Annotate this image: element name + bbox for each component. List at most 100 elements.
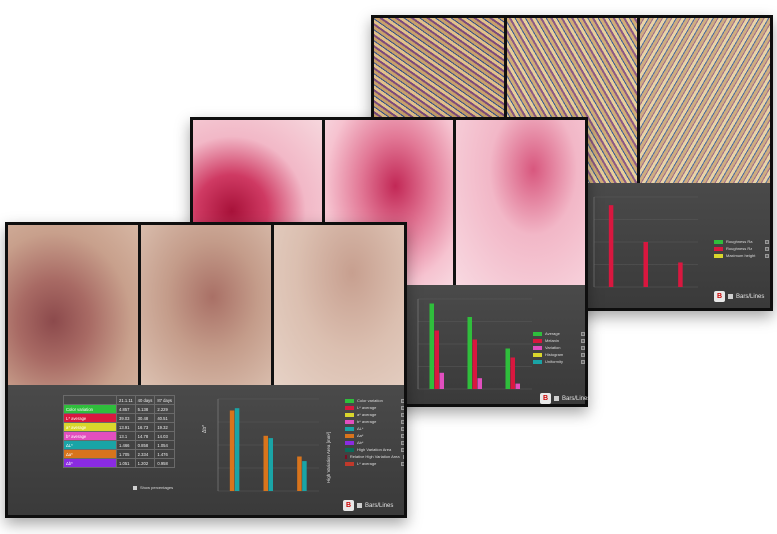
legend-swatch <box>714 246 723 251</box>
legend-checkbox[interactable] <box>581 359 585 364</box>
legend-checkbox[interactable] <box>401 398 404 403</box>
legend-item[interactable]: High Variation Area <box>345 446 404 453</box>
legend-item[interactable]: ΔL* <box>345 425 404 432</box>
legend-checkbox[interactable] <box>581 338 585 343</box>
legend-checkbox[interactable] <box>581 331 585 336</box>
bars-lines-checkbox[interactable] <box>554 396 559 401</box>
table-cell: 39.03 <box>116 413 136 423</box>
report-icon: B <box>540 393 551 404</box>
table-row[interactable]: Δb* 1.051 1.202 0.958 <box>63 458 176 468</box>
legend-swatch <box>345 405 354 410</box>
legend-swatch <box>345 426 354 431</box>
table-body: Color variation 4.857 5.138 2.229 L* average… <box>63 404 176 468</box>
y-axis-left-label: Δb* <box>202 425 208 433</box>
pigment-photo-3[interactable] <box>456 120 585 285</box>
legend-item[interactable]: a* average <box>345 411 404 418</box>
legend-item[interactable]: Δa* <box>345 432 404 439</box>
bars-lines-checkbox[interactable] <box>357 503 362 508</box>
legend-checkbox[interactable] <box>581 352 585 357</box>
legend-swatch <box>345 412 354 417</box>
legend-item[interactable]: Variation <box>533 344 585 351</box>
bar--l-[interactable] <box>234 408 240 491</box>
legend-checkbox[interactable] <box>765 253 769 258</box>
legend-checkbox[interactable] <box>401 433 404 438</box>
table-row[interactable]: Color variation 4.857 5.138 2.229 <box>63 404 176 414</box>
legend-item[interactable]: Average <box>533 330 585 337</box>
legend-item[interactable]: Roughness Ra <box>714 238 769 245</box>
legend-checkbox[interactable] <box>401 440 404 445</box>
mid-bars-lines-toggle[interactable]: B Bars/Lines <box>540 393 590 404</box>
legend-label: L* average <box>357 405 377 410</box>
bar--a-[interactable] <box>229 410 235 492</box>
bar--l-[interactable] <box>302 461 307 491</box>
legend-checkbox[interactable] <box>401 405 404 410</box>
row-label: Δa* <box>63 449 117 459</box>
legend-swatch <box>533 359 542 364</box>
mid-legend: Average Melanin Variation Histogram Uniformi… <box>533 330 585 365</box>
front-legend: Color variation L* average a* average b* av… <box>345 397 404 467</box>
bars-lines-label: Bars/Lines <box>736 293 765 300</box>
front-bars-lines-toggle[interactable]: B Bars/Lines <box>343 500 393 511</box>
table-row[interactable]: ΔL* 1.466 0.858 1.054 <box>63 440 176 450</box>
row-label: ΔL* <box>63 440 117 450</box>
table-cell: 1.476 <box>154 449 176 459</box>
bar-average[interactable] <box>429 303 435 390</box>
bar-roughness-rz[interactable] <box>678 262 683 287</box>
legend-checkbox[interactable] <box>401 447 404 452</box>
legend-label: Variation <box>545 345 561 350</box>
legend-item[interactable]: Uniformity <box>533 358 585 365</box>
skin-photo-1[interactable] <box>8 225 138 385</box>
bar--l-[interactable] <box>268 438 274 491</box>
legend-label: Uniformity <box>545 359 564 364</box>
legend-item[interactable]: L* average <box>345 404 404 411</box>
table-cell: 4.857 <box>116 404 136 414</box>
legend-checkbox[interactable] <box>581 345 585 350</box>
table-cell: 14.03 <box>154 431 176 441</box>
legend-item[interactable]: Color variation <box>345 397 404 404</box>
bar-melanin[interactable] <box>434 330 440 390</box>
bar-average[interactable] <box>467 317 473 389</box>
bar--a-[interactable] <box>297 456 302 492</box>
legend-item[interactable]: b* average <box>345 418 404 425</box>
legend-checkbox[interactable] <box>401 461 404 466</box>
bar--a-[interactable] <box>263 435 269 491</box>
legend-checkbox[interactable] <box>401 419 404 424</box>
legend-swatch <box>345 440 354 445</box>
table-header-cell: 21.1.11 <box>116 395 136 405</box>
show-percentages-checkbox[interactable] <box>133 485 137 490</box>
skin-photo-3[interactable] <box>274 225 404 385</box>
table-row[interactable]: b* average 13.1 14.78 14.03 <box>63 431 176 441</box>
bar-roughness-rz[interactable] <box>608 205 614 287</box>
bar-variation[interactable] <box>515 383 521 389</box>
legend-item[interactable]: Histogram <box>533 351 585 358</box>
front-bar-chart: Δb* High Variation Area [mm²] <box>202 398 331 492</box>
bar-roughness-rz[interactable] <box>643 242 649 287</box>
bars-lines-label: Bars/Lines <box>365 502 394 509</box>
table-row[interactable]: L* average 39.03 30.48 40.51 <box>63 413 176 423</box>
back-bars-lines-toggle[interactable]: B Bars/Lines <box>714 291 764 302</box>
legend-checkbox[interactable] <box>402 454 404 459</box>
legend-item[interactable]: Melanin <box>533 337 585 344</box>
legend-item[interactable]: Δb* <box>345 439 404 446</box>
legend-checkbox[interactable] <box>401 426 404 431</box>
table-cell: 0.958 <box>154 458 176 468</box>
legend-item[interactable]: Roughness Rz <box>714 245 769 252</box>
table-row[interactable]: a* average 13.91 16.73 19.32 <box>63 422 176 432</box>
bar-variation[interactable] <box>477 378 483 389</box>
bars-lines-checkbox[interactable] <box>728 294 733 299</box>
bar-melanin[interactable] <box>472 339 478 390</box>
table-row[interactable]: Δa* 1.705 2.334 1.476 <box>63 449 176 459</box>
legend-checkbox[interactable] <box>401 412 404 417</box>
skin-photo-2[interactable] <box>141 225 271 385</box>
bar-melanin[interactable] <box>510 357 516 390</box>
legend-item[interactable]: Maximum height <box>714 252 769 259</box>
legend-swatch <box>533 331 542 336</box>
bar-variation[interactable] <box>439 372 445 389</box>
legend-item[interactable]: Relative High Variation Area <box>345 453 404 460</box>
roughness-photo-3[interactable] <box>640 18 770 183</box>
bar-average[interactable] <box>505 348 511 390</box>
legend-checkbox[interactable] <box>765 239 769 244</box>
legend-item[interactable]: L* average <box>345 460 404 467</box>
show-percentages-toggle[interactable]: Show percentages <box>133 485 173 490</box>
legend-checkbox[interactable] <box>765 246 769 251</box>
